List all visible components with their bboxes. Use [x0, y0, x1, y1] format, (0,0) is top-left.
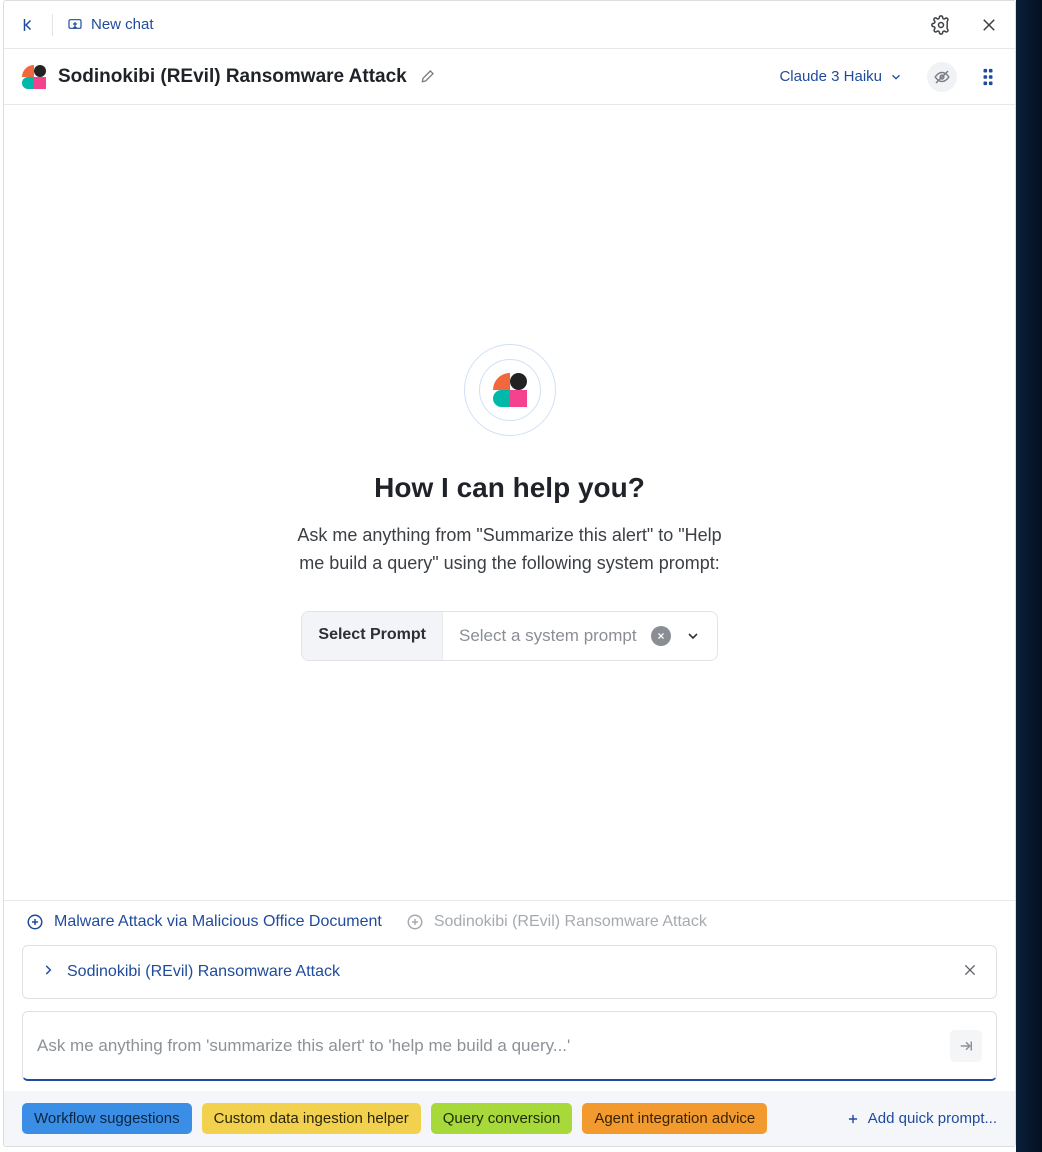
chat-input[interactable] [37, 1012, 950, 1079]
window-edge [1016, 0, 1042, 1152]
plus-circle-icon [406, 913, 424, 931]
plus-icon [846, 1112, 860, 1126]
prompt-select-placeholder: Select a system prompt [459, 626, 637, 646]
top-bar: New chat [4, 1, 1015, 49]
new-chat-label: New chat [91, 16, 154, 33]
chevron-down-icon [889, 70, 903, 84]
context-tabs: Malware Attack via Malicious Office Docu… [4, 900, 1015, 935]
quick-prompt-chip[interactable]: Workflow suggestions [22, 1103, 192, 1134]
visibility-toggle-button[interactable] [927, 62, 957, 92]
brand-logo-icon [493, 373, 527, 407]
plus-circle-icon [26, 913, 44, 931]
hero-logo [464, 344, 556, 436]
chat-header: Sodinokibi (REvil) Ransomware Attack Cla… [4, 49, 1015, 105]
context-tab-malware-attack[interactable]: Malware Attack via Malicious Office Docu… [26, 913, 382, 931]
chat-title: Sodinokibi (REvil) Ransomware Attack [58, 66, 407, 88]
model-name: Claude 3 Haiku [779, 68, 882, 85]
hero-subtext: Ask me anything from "Summarize this ale… [295, 522, 725, 578]
send-icon [957, 1037, 975, 1055]
collapse-sidebar-button[interactable] [20, 16, 38, 34]
more-menu-button[interactable] [979, 67, 997, 87]
edit-title-button[interactable] [419, 69, 435, 85]
prompt-select-dropdown[interactable]: Select a system prompt [443, 612, 717, 660]
brand-logo-icon [22, 65, 46, 89]
divider [52, 14, 53, 36]
context-tab-label: Sodinokibi (REvil) Ransomware Attack [434, 913, 707, 931]
quick-prompt-chip[interactable]: Custom data ingestion helper [202, 1103, 421, 1134]
hero-headline: How I can help you? [374, 472, 645, 504]
close-button[interactable] [979, 15, 999, 35]
quick-prompts-bar: Workflow suggestions Custom data ingesti… [4, 1091, 1015, 1146]
context-tab-label: Malware Attack via Malicious Office Docu… [54, 913, 382, 931]
context-banner: Sodinokibi (REvil) Ransomware Attack [22, 945, 997, 999]
add-quick-prompt-button[interactable]: Add quick prompt... [846, 1110, 997, 1127]
chat-input-container [22, 1011, 997, 1081]
context-banner-title: Sodinokibi (REvil) Ransomware Attack [67, 963, 948, 981]
chevron-right-icon [41, 963, 55, 977]
chevron-down-icon [685, 628, 701, 644]
remove-context-button[interactable] [962, 962, 978, 983]
new-chat-button[interactable]: New chat [67, 16, 154, 33]
quick-prompt-chip[interactable]: Query conversion [431, 1103, 573, 1134]
prompt-select-label: Select Prompt [302, 612, 443, 660]
expand-toggle[interactable] [41, 963, 53, 982]
add-quick-prompt-label: Add quick prompt... [868, 1110, 997, 1127]
clear-icon[interactable] [651, 626, 671, 646]
context-tab-sodinokibi[interactable]: Sodinokibi (REvil) Ransomware Attack [406, 913, 707, 931]
send-button[interactable] [950, 1030, 982, 1062]
model-selector[interactable]: Claude 3 Haiku [779, 68, 903, 85]
settings-button[interactable] [931, 15, 951, 35]
prompt-select: Select Prompt Select a system prompt [301, 611, 717, 661]
quick-prompt-chip[interactable]: Agent integration advice [582, 1103, 767, 1134]
app: New chat Sodinokibi (REvil) Ransomware A… [3, 0, 1016, 1147]
empty-state: How I can help you? Ask me anything from… [4, 105, 1015, 900]
